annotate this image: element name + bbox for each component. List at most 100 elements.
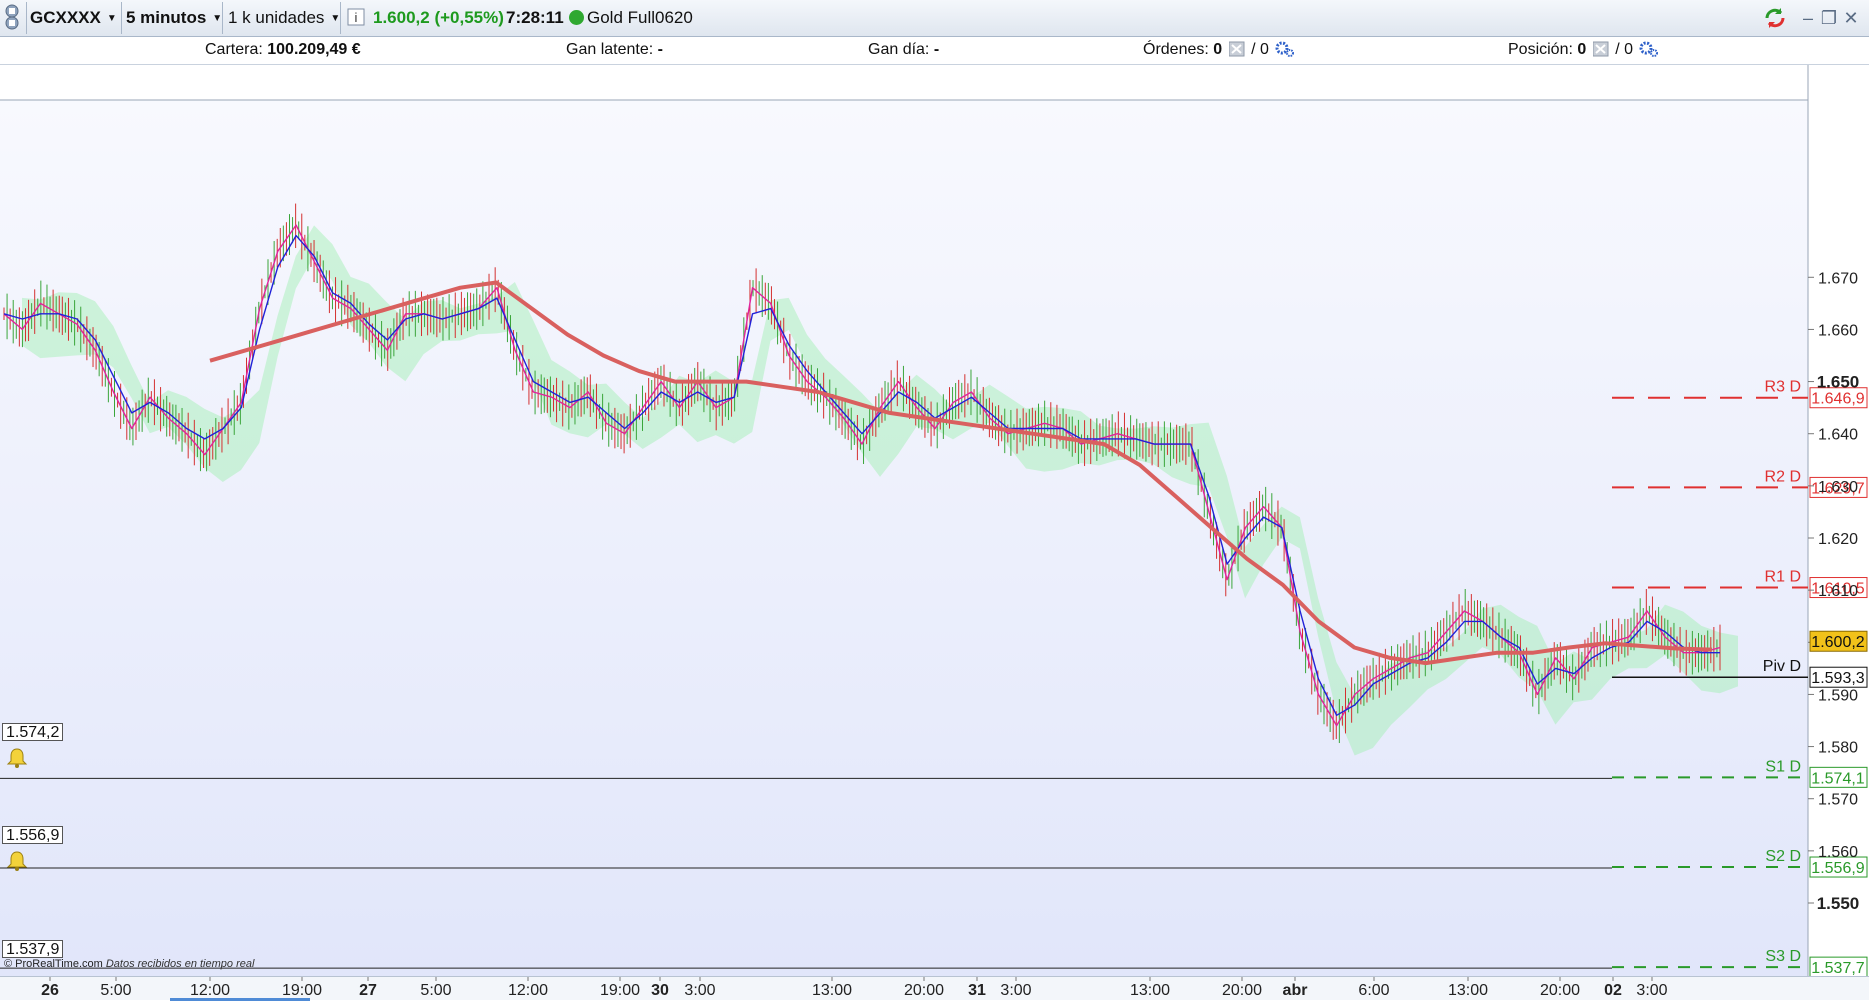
y-tick-label: 1.670 bbox=[1818, 270, 1858, 287]
alert-level-box[interactable]: 1.574,2 bbox=[2, 723, 64, 741]
pivot-label: R2 D bbox=[1765, 468, 1801, 485]
orders: Órdenes: 0 / 0 bbox=[1143, 41, 1295, 59]
unrealized-label: Gan latente: bbox=[566, 41, 654, 58]
x-tick-label: 6:00 bbox=[1358, 982, 1389, 999]
x-tick-label: 13:00 bbox=[1448, 982, 1488, 999]
y-tick-label: 1.650 bbox=[1817, 373, 1860, 392]
svg-text:i: i bbox=[355, 10, 358, 25]
orders-total: / 0 bbox=[1251, 41, 1269, 58]
position-settings-icon[interactable] bbox=[1639, 41, 1659, 57]
pivot-price-value: 1.556,9 bbox=[1811, 860, 1864, 877]
x-tick-label: 30 bbox=[651, 982, 669, 999]
close-icon[interactable]: ✕ bbox=[1840, 6, 1862, 30]
x-tick-label: 20:00 bbox=[1222, 982, 1262, 999]
y-tick-label: 1.660 bbox=[1818, 322, 1858, 339]
x-tick-label: abr bbox=[1283, 982, 1308, 999]
portfolio-label: Cartera: bbox=[205, 41, 263, 58]
units-selector[interactable]: 1 k unidades ▼ bbox=[228, 3, 340, 33]
x-tick-label: 27 bbox=[359, 982, 377, 999]
price-chart[interactable]: R3 D 1.646,9 R2 D 1.629,7 R1 D 1.610,5 Piv D 1.… bbox=[0, 65, 1869, 978]
position-value: 0 bbox=[1577, 41, 1587, 58]
x-tick-label: 5:00 bbox=[100, 982, 131, 999]
units-label: 1 k unidades bbox=[228, 8, 325, 27]
orders-settings-icon[interactable] bbox=[1275, 41, 1295, 57]
daily-value: - bbox=[933, 41, 940, 58]
x-tick-label: 5:00 bbox=[420, 982, 451, 999]
position-total: / 0 bbox=[1615, 41, 1633, 58]
y-tick-label: 1.570 bbox=[1818, 792, 1858, 809]
chevron-down-icon: ▼ bbox=[212, 12, 223, 24]
y-tick-label: 1.640 bbox=[1818, 427, 1858, 444]
timeframe-selector[interactable]: 5 minutos ▼ bbox=[126, 3, 222, 33]
daily-gain: Gan día: - bbox=[868, 41, 939, 59]
account-bar: Cartera: 100.209,49 € Gan latente: - Gan… bbox=[0, 37, 1869, 65]
y-tick-label: 1.560 bbox=[1818, 844, 1858, 861]
pivot-price-value: 1.593,3 bbox=[1811, 670, 1864, 687]
contract-name: Gold Full0620 bbox=[587, 8, 693, 27]
time-axis[interactable]: 26 5:00 12:00 19:00 27 5:00 12:00 19:00 30 3:00 13… bbox=[0, 976, 1869, 1001]
alert-bell-icon[interactable] bbox=[6, 747, 28, 769]
x-tick-label: 19:00 bbox=[282, 982, 322, 999]
y-tick-label: 1.620 bbox=[1818, 531, 1858, 548]
portfolio-value: 100.209,49 € bbox=[267, 41, 361, 58]
y-tick-label: 1.590 bbox=[1818, 687, 1858, 704]
last-price: 1.600,2 (+0,55%) bbox=[373, 8, 504, 27]
x-tick-label: 12:00 bbox=[508, 982, 548, 999]
position: Posición: 0 / 0 bbox=[1508, 41, 1659, 59]
y-tick-label: 1.580 bbox=[1818, 740, 1858, 757]
alert-level-box[interactable]: 1.537,9 bbox=[2, 940, 64, 958]
footnote-status: Datos recibidos en tiempo real bbox=[105, 958, 255, 970]
position-book-icon[interactable] bbox=[1592, 41, 1609, 57]
portfolio: Cartera: 100.209,49 € bbox=[205, 41, 361, 59]
instrument-selector[interactable]: GCXXXX ▼ bbox=[30, 3, 117, 33]
pivot-price-value: 1.574,1 bbox=[1811, 770, 1864, 787]
x-tick-label: 13:00 bbox=[1130, 982, 1170, 999]
sync-icon[interactable] bbox=[1763, 6, 1785, 30]
alert-level-box[interactable]: 1.556,9 bbox=[2, 826, 64, 844]
x-tick-label: 26 bbox=[41, 982, 59, 999]
time-axis-svg: 26 5:00 12:00 19:00 27 5:00 12:00 19:00 30 3:00 13… bbox=[41, 977, 1668, 1001]
y-tick-label: 1.550 bbox=[1817, 894, 1860, 913]
app-menu-icon[interactable] bbox=[2, 3, 24, 33]
orders-book-icon[interactable] bbox=[1228, 41, 1245, 57]
minimize-icon[interactable]: – bbox=[1797, 6, 1819, 30]
orders-label: Órdenes: bbox=[1143, 41, 1209, 58]
unrealized-gain: Gan latente: - bbox=[566, 41, 663, 59]
x-tick-label: 19:00 bbox=[600, 982, 640, 999]
chevron-down-icon: ▼ bbox=[330, 12, 341, 24]
x-tick-label: 20:00 bbox=[904, 982, 944, 999]
unrealized-value: - bbox=[657, 41, 663, 58]
footnote-brand: © ProRealTime.com bbox=[4, 958, 103, 970]
pivot-label: R3 D bbox=[1765, 379, 1801, 396]
info-icon[interactable]: i bbox=[347, 3, 367, 33]
alert-bell-icon[interactable] bbox=[6, 850, 28, 872]
pivot-label: S3 D bbox=[1765, 948, 1801, 965]
x-tick-label: 3:00 bbox=[1000, 982, 1031, 999]
plot-background bbox=[0, 100, 1808, 976]
x-tick-label: 31 bbox=[968, 982, 986, 999]
x-tick-label: 02 bbox=[1604, 982, 1622, 999]
pivot-price-value: 1.646,9 bbox=[1811, 391, 1864, 408]
x-tick-label: 3:00 bbox=[684, 982, 715, 999]
x-tick-label: 12:00 bbox=[190, 982, 230, 999]
timeframe-label: 5 minutos bbox=[126, 8, 207, 27]
pivot-price-value: 1.537,7 bbox=[1811, 960, 1864, 976]
y-tick-label: 1.630 bbox=[1818, 479, 1858, 496]
pivot-label: S2 D bbox=[1765, 848, 1801, 865]
chevron-down-icon: ▼ bbox=[106, 12, 117, 24]
current-price-value: 1.600,2 bbox=[1811, 634, 1864, 651]
pivot-label: R1 D bbox=[1765, 569, 1801, 586]
toolbar: GCXXXX ▼ 5 minutos ▼ 1 k unidades ▼ i 1.600… bbox=[0, 0, 1869, 37]
quote-time: 7:28:11 bbox=[506, 8, 564, 27]
price-chart-svg[interactable]: R3 D1.646,9R2 D1.629,7R1 D1.610,5Piv D1.… bbox=[0, 65, 1869, 978]
pivot-label: S1 D bbox=[1765, 758, 1801, 775]
y-tick-label: 1.610 bbox=[1818, 583, 1858, 600]
connection-status-icon bbox=[569, 10, 584, 25]
orders-value: 0 bbox=[1213, 41, 1223, 58]
x-tick-label: 20:00 bbox=[1540, 982, 1580, 999]
instrument-label: GCXXXX bbox=[30, 8, 101, 27]
daily-label: Gan día: bbox=[868, 41, 930, 58]
footnote: © ProRealTime.com Datos recibidos en tie… bbox=[4, 958, 254, 970]
restore-icon[interactable]: ❐ bbox=[1818, 6, 1840, 30]
pivot-label: Piv D bbox=[1763, 658, 1801, 675]
